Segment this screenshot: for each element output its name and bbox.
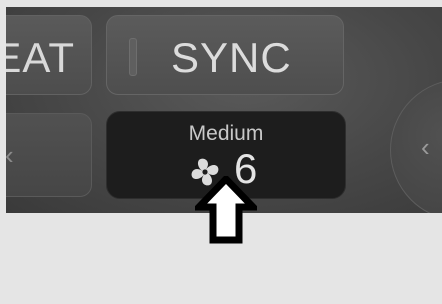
temperature-knob[interactable]: ‹ — [390, 79, 442, 213]
fan-decrease-button[interactable]: ‹ — [6, 113, 92, 197]
heat-button-label: EAT — [6, 34, 75, 81]
fan-mode-label: Medium — [188, 122, 264, 145]
chevron-left-icon: ‹ — [6, 140, 14, 171]
sync-button-label: SYNC — [171, 34, 292, 81]
sync-indicator-light — [129, 38, 137, 76]
heat-button[interactable]: EAT — [6, 15, 92, 95]
sync-button[interactable]: SYNC — [106, 15, 344, 95]
up-arrow-icon — [195, 176, 257, 244]
chevron-left-icon: ‹ — [421, 132, 430, 162]
